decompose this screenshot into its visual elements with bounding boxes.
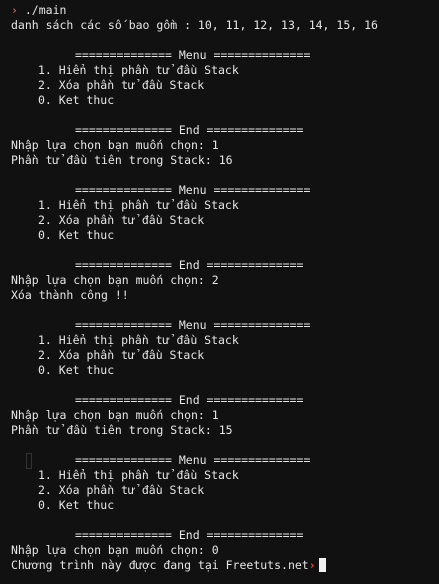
choice-prompt: Nhập lựa chọn bạn muốn chọn: 2 [11,273,219,287]
choice-prompt: Nhập lựa chọn bạn muốn chọn: 1 [11,138,219,152]
menu-footer: ============== End ============== [75,393,304,407]
final-choice-prompt: Nhập lựa chọn bạn muốn chọn: 0 [11,543,219,557]
menu-item-exit: 0. Ket thuc [38,228,115,242]
result-output: Phần tử đầu tiên trong Stack: 15 [11,423,233,437]
menu-item-delete-top: 2. Xóa phần tử đầu Stack [38,483,205,497]
menu-footer: ============== End ============== [75,258,304,272]
command-line: › ./main [11,3,439,18]
menu-header: ============== Menu ============== [75,453,311,467]
prompt-arrow-icon: › [11,3,18,17]
result-output: Xóa thành công !! [11,288,129,302]
prompt-arrow-icon: › [308,558,316,572]
menu-footer: ============== End ============== [75,528,304,542]
list-output: danh sách các số bao gồm : 10, 11, 12, 1… [11,18,378,32]
menu-item-show-top: 1. Hiển thị phần tử đầu Stack [38,468,239,482]
menu-item-delete-top: 2. Xóa phần tử đầu Stack [38,213,205,227]
menu-item-exit: 0. Ket thuc [38,498,115,512]
selection-artifact [26,453,32,469]
choice-prompt: Nhập lựa chọn bạn muốn chọn: 1 [11,408,219,422]
menu-item-delete-top: 2. Xóa phần tử đầu Stack [38,348,205,362]
terminal-window[interactable]: › ./main danh sách các số bao gồm : 10, … [0,0,439,584]
menu-item-show-top: 1. Hiển thị phần tử đầu Stack [38,198,239,212]
final-message-line: Chương trình này được đang tại Freetuts.… [11,558,439,573]
menu-item-delete-top: 2. Xóa phần tử đầu Stack [38,78,205,92]
menu-header: ============== Menu ============== [75,48,311,62]
menu-item-exit: 0. Ket thuc [38,363,115,377]
menu-item-show-top: 1. Hiển thị phần tử đầu Stack [38,333,239,347]
result-output: Phần tử đầu tiên trong Stack: 16 [11,153,233,167]
menu-item-exit: 0. Ket thuc [38,93,115,107]
menu-footer: ============== End ============== [75,123,304,137]
menu-header: ============== Menu ============== [75,318,311,332]
text-cursor[interactable] [318,558,326,572]
final-message: Chương trình này được đang tại Freetuts.… [11,558,309,572]
menu-header: ============== Menu ============== [75,183,311,197]
menu-item-show-top: 1. Hiển thị phần tử đầu Stack [38,63,239,77]
command-text: ./main [24,3,67,17]
